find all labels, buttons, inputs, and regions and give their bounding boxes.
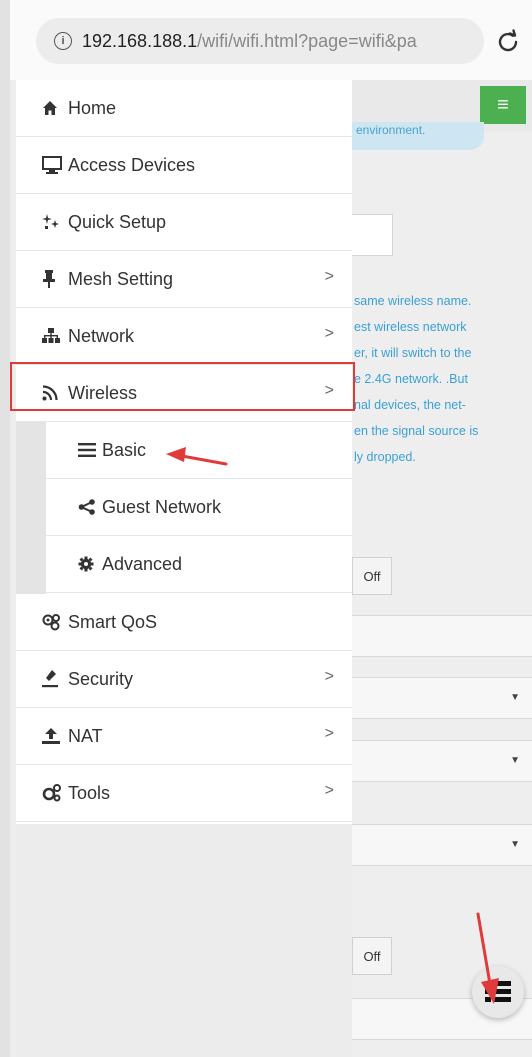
annotation-arrow-down-icon xyxy=(476,912,499,1004)
page-left-edge xyxy=(0,0,10,1057)
nav-item-label: Tools xyxy=(68,782,111,803)
subnav-item-guest-network[interactable]: Guest Network xyxy=(46,479,352,536)
pin-icon xyxy=(42,270,64,288)
nav-item-label: Access Devices xyxy=(68,154,196,175)
caret-down-icon: ▼ xyxy=(510,839,520,850)
nav-item-label: Quick Setup xyxy=(68,211,167,232)
select-field[interactable]: ▼ xyxy=(352,677,532,719)
info-line: ly dropped. xyxy=(354,450,416,464)
text-field[interactable] xyxy=(352,615,532,657)
list-icon xyxy=(78,443,98,457)
nav-item-network[interactable]: Network > xyxy=(16,308,352,365)
info-line: en the signal source is xyxy=(354,424,479,438)
highlight-box xyxy=(10,362,355,411)
share-icon xyxy=(78,499,98,515)
url-path: /wifi/wifi.html?page=wifi&pa xyxy=(197,30,417,51)
nav-item-mesh-setting[interactable]: Mesh Setting > xyxy=(16,251,352,308)
info-line: nal devices, the net- xyxy=(354,398,466,412)
annotation-arrow-left-icon xyxy=(166,447,228,466)
sitemap-icon xyxy=(42,328,64,344)
background-page: ≡ environment. same wireless name. est w… xyxy=(352,80,532,1057)
nav-item-access-devices[interactable]: Access Devices xyxy=(16,137,352,194)
toggle-off-button[interactable]: Off xyxy=(352,557,392,595)
chevron-right-icon: > xyxy=(324,725,334,742)
submenu-indent xyxy=(16,422,46,594)
subnav-item-label: Advanced xyxy=(102,553,183,574)
nav-item-quick-setup[interactable]: Quick Setup xyxy=(16,194,352,251)
chevron-right-icon: > xyxy=(324,268,334,285)
nav-item-nat[interactable]: NAT > xyxy=(16,708,352,765)
caret-down-icon: ▼ xyxy=(510,755,520,766)
select-field[interactable]: ▼ xyxy=(352,740,532,782)
notice-text: environment. xyxy=(356,123,426,137)
tools-icon xyxy=(42,784,64,802)
chevron-right-icon: > xyxy=(324,325,334,342)
toggle-off-button[interactable]: Off xyxy=(352,937,392,975)
security-icon xyxy=(42,670,64,688)
url-field[interactable]: i 192.168.188.1/wifi/wifi.html?page=wifi… xyxy=(36,18,484,64)
nav-item-label: Home xyxy=(68,97,117,118)
info-line: est wireless network xyxy=(354,320,467,334)
notice-banner: environment. xyxy=(352,122,484,150)
url-host: 192.168.188.1 xyxy=(82,30,198,51)
nav-item-smart-qos[interactable]: Smart QoS xyxy=(16,594,352,651)
nav-item-label: NAT xyxy=(68,725,103,746)
wireless-info-text: same wireless name. est wireless network… xyxy=(354,288,532,470)
info-line: e 2.4G network. .But xyxy=(354,372,468,386)
caret-down-icon: ▼ xyxy=(510,692,520,703)
info-icon[interactable]: i xyxy=(54,32,72,50)
home-icon xyxy=(42,100,64,116)
chevron-right-icon: > xyxy=(324,782,334,799)
chevron-right-icon: > xyxy=(324,668,334,685)
hamburger-icon: ≡ xyxy=(497,93,509,116)
upload-icon xyxy=(42,727,64,745)
nav-item-security[interactable]: Security > xyxy=(16,651,352,708)
subnav-item-label: Guest Network xyxy=(102,496,222,517)
info-line: same wireless name. xyxy=(354,294,472,308)
nav-item-home[interactable]: Home xyxy=(16,80,352,137)
nav-item-label: Smart QoS xyxy=(68,611,158,632)
cogs-icon xyxy=(42,613,64,631)
info-line: er, it will switch to the xyxy=(354,346,472,360)
hamburger-menu-button[interactable]: ≡ xyxy=(480,86,526,124)
nav-item-label: Mesh Setting xyxy=(68,268,174,289)
subnav-item-advanced[interactable]: Advanced xyxy=(46,536,352,593)
select-field[interactable]: ▼ xyxy=(352,824,532,866)
gear-icon xyxy=(78,556,98,572)
ssid-input[interactable] xyxy=(352,214,393,256)
reload-icon[interactable] xyxy=(494,28,522,56)
sparkle-icon xyxy=(42,213,64,231)
monitor-icon xyxy=(42,156,64,174)
nav-item-tools[interactable]: Tools > xyxy=(16,765,352,822)
drawer-empty-area xyxy=(16,824,352,1057)
browser-address-bar: i 192.168.188.1/wifi/wifi.html?page=wifi… xyxy=(10,0,532,80)
nav-item-label: Network xyxy=(68,325,135,346)
subnav-item-label: Basic xyxy=(102,439,147,460)
nav-item-label: Security xyxy=(68,668,134,689)
